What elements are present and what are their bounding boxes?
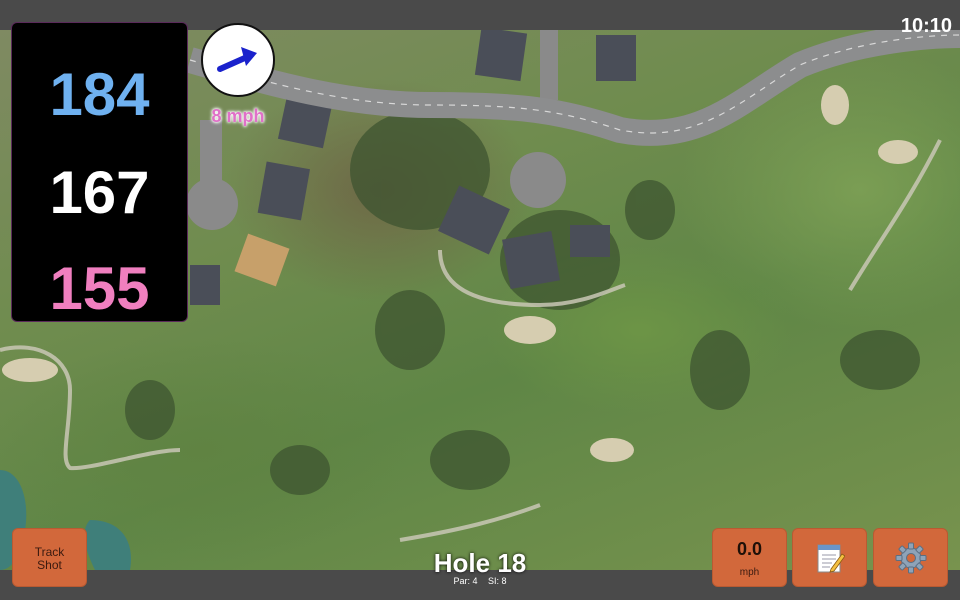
gear-icon bbox=[895, 542, 926, 573]
speed-button[interactable]: 0.0 mph bbox=[712, 528, 787, 587]
wind-arrow-icon bbox=[217, 47, 257, 72]
front-yardage: 155 bbox=[49, 255, 150, 322]
yardage-panel: 184 167 155 bbox=[11, 22, 188, 322]
hole-par: Par: 4 bbox=[453, 576, 478, 586]
speed-unit: mph bbox=[739, 567, 760, 578]
notepad-icon bbox=[817, 544, 845, 573]
track-shot-button[interactable]: Track Shot bbox=[12, 528, 87, 587]
wind-indicator bbox=[201, 23, 275, 97]
hole-stroke-index: SI: 8 bbox=[488, 576, 507, 586]
hole-info: Hole 18 Par: 4 SI: 8 bbox=[380, 549, 580, 586]
speed-value: 0.0 bbox=[736, 539, 763, 559]
wind-speed-label: 8 mph bbox=[211, 106, 265, 126]
settings-button[interactable] bbox=[873, 528, 948, 587]
middle-yardage: 167 bbox=[49, 159, 150, 226]
notes-button[interactable] bbox=[792, 528, 867, 587]
clock: 10:10 bbox=[900, 15, 952, 37]
hole-title: Hole 18 bbox=[433, 548, 527, 578]
hole-details: Par: 4 SI: 8 bbox=[380, 576, 580, 586]
back-yardage: 184 bbox=[49, 61, 150, 128]
track-shot-label-line2: Shot bbox=[37, 558, 62, 572]
